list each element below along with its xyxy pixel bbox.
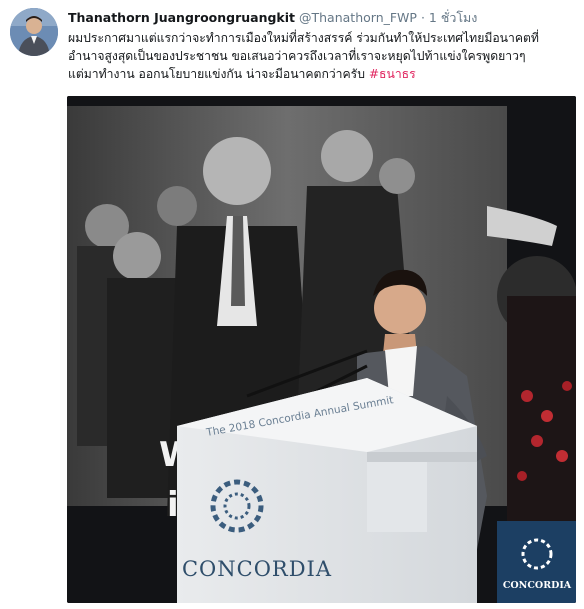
author-handle[interactable]: @Thanathorn_FWP — [299, 10, 417, 25]
tweet-text-line: อำนาจสูงสุดเป็นของประชาชน ขอเสนอว่าควรถึ… — [68, 49, 526, 63]
tweet-text-line: แต่มาทำงาน ออกนโยบายแข่งกัน น่าจะมีอนาคต… — [68, 65, 576, 83]
avatar-image — [10, 8, 58, 56]
separator-dot: · — [420, 10, 425, 25]
tweet-header: Thanathorn Juangroongruangkit @Thanathor… — [68, 8, 578, 28]
author-name[interactable]: Thanathorn Juangroongruangkit — [68, 10, 295, 25]
tweet-timestamp[interactable]: 1 ชั่วโมง — [429, 10, 478, 25]
podium-brand: CONCORDIA — [182, 557, 332, 581]
event-photo: W i CONCORDIA The 2018 Concordia Annual … — [67, 96, 576, 603]
hashtag-link[interactable]: #ธนาธร — [369, 67, 416, 81]
tweet-card: Thanathorn Juangroongruangkit @Thanathor… — [0, 0, 584, 609]
screen-text-fragment: i — [167, 485, 179, 525]
tweet-text-line: ผมประกาศมาแต่แรกว่าจะทำการเมืองใหม่ที่สร… — [68, 31, 539, 45]
tweet-text: ผมประกาศมาแต่แรกว่าจะทำการเมืองใหม่ที่สร… — [68, 29, 576, 83]
tweet-photo[interactable]: W i CONCORDIA The 2018 Concordia Annual … — [67, 96, 576, 603]
screen-speaker-head — [203, 137, 271, 205]
banner-brand: CONCORDIA — [503, 580, 572, 591]
avatar[interactable] — [10, 8, 58, 56]
tweet-text-line-part: แต่มาทำงาน ออกนโยบายแข่งกัน น่าจะมีอนาคต… — [68, 67, 365, 81]
